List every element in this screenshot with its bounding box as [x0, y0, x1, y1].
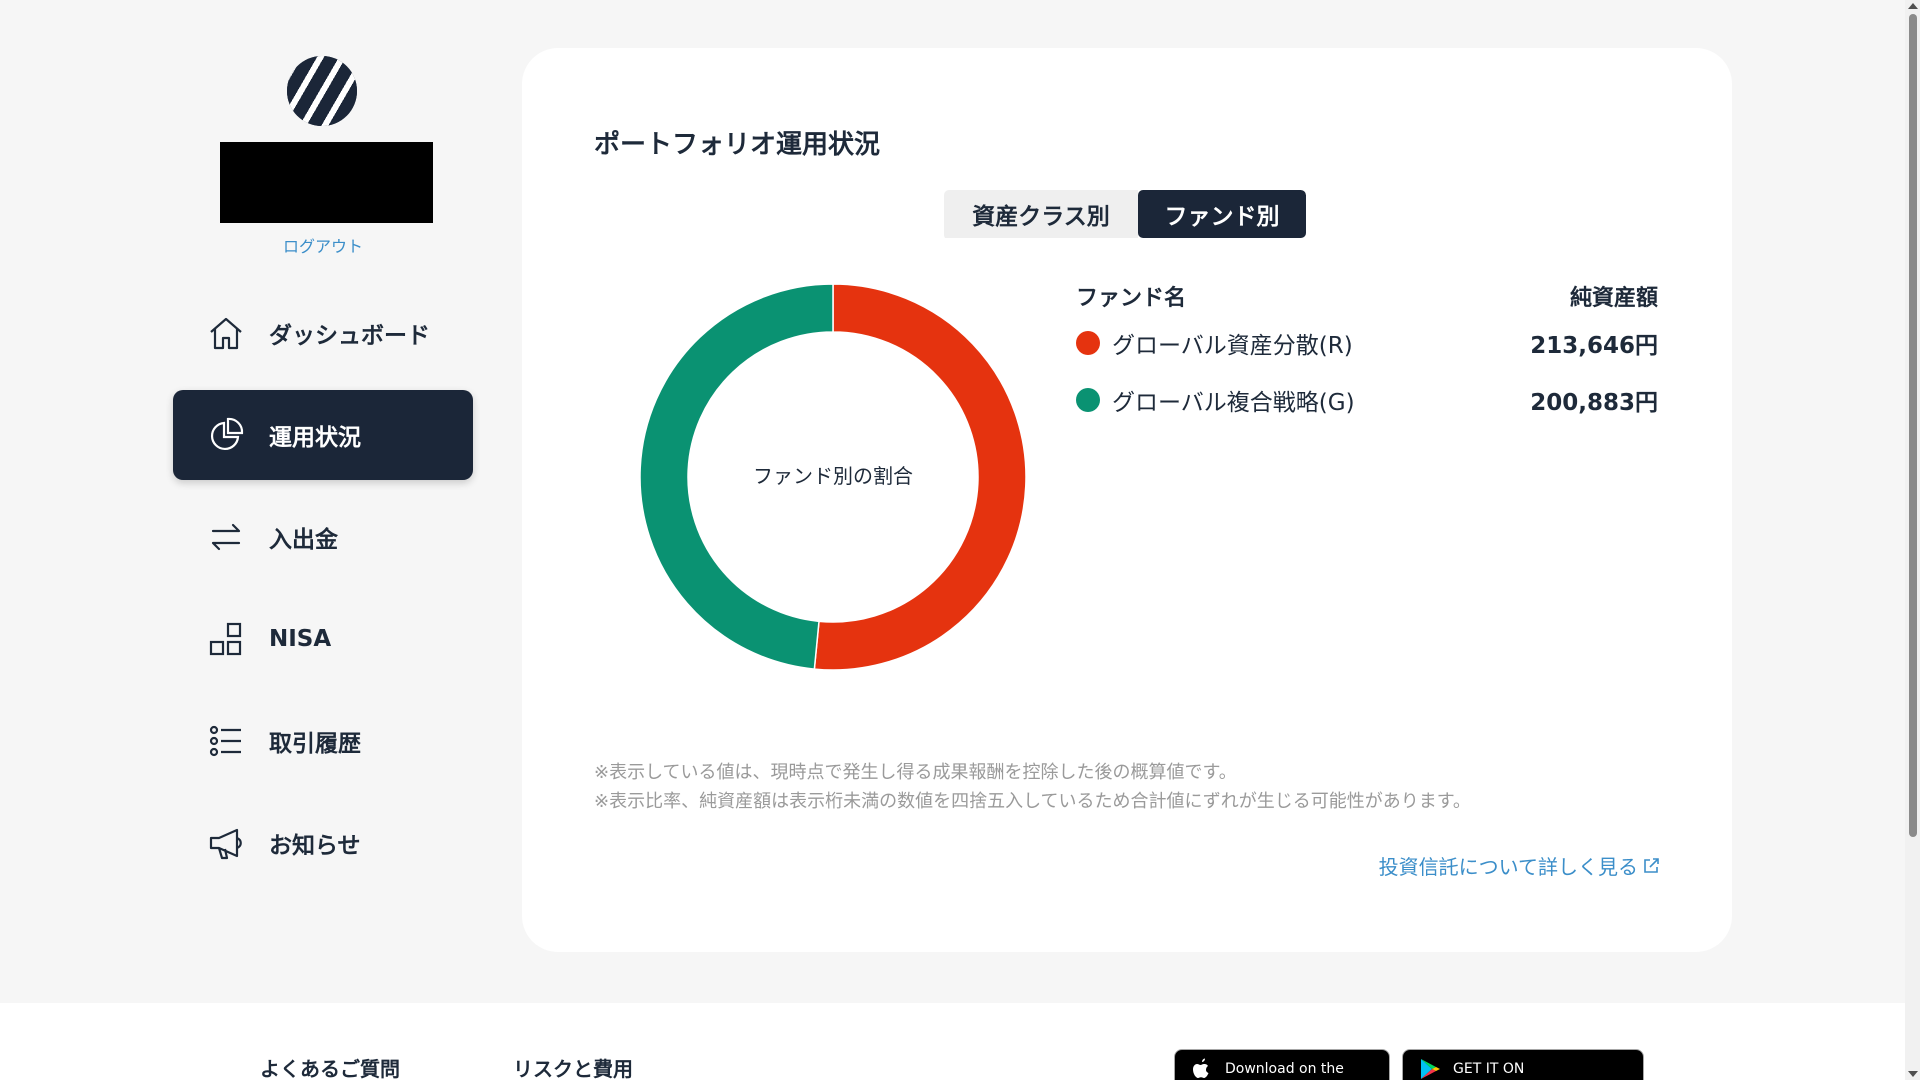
- donut-center-label: ファンド別の割合: [753, 464, 913, 488]
- fund-value: 213,646円: [1530, 332, 1658, 359]
- fund-value: 200,883円: [1530, 389, 1658, 416]
- megaphone-icon: [207, 824, 245, 862]
- scroll-up-arrow-icon[interactable]: [1908, 3, 1918, 9]
- brand-logo[interactable]: [287, 56, 357, 126]
- disclaimer-line: ※表示している値は、現時点で発生し得る成果報酬を控除した後の概算値です。: [594, 762, 1237, 783]
- more-link-label: 投資信託について詳しく見る: [1378, 855, 1638, 879]
- app-store-badge[interactable]: Download on the: [1174, 1049, 1390, 1080]
- apple-icon: [1193, 1058, 1209, 1078]
- page-scrollbar[interactable]: [1905, 0, 1920, 1080]
- list-icon: [207, 722, 245, 760]
- faq-link[interactable]: よくあるご質問: [260, 1053, 400, 1080]
- sidebar-item-nisa[interactable]: NISA: [173, 594, 473, 684]
- sidebar-item-transaction-history[interactable]: 取引履歴: [173, 696, 473, 786]
- disclaimer-notes: ※表示している値は、現時点で発生し得る成果報酬を控除した後の概算値です。 ※表示…: [594, 758, 1471, 816]
- legend-row: グローバル複合戦略(G) 200,883円: [1076, 371, 1658, 428]
- app-store-label: Download on the: [1225, 1061, 1344, 1077]
- investment-trust-info-link[interactable]: 投資信託について詳しく見る: [1379, 851, 1660, 880]
- google-play-icon: [1421, 1059, 1440, 1079]
- sidebar-item-dashboard[interactable]: ダッシュボード: [173, 288, 473, 378]
- scroll-down-arrow-icon[interactable]: [1908, 1071, 1918, 1077]
- home-icon: [207, 314, 245, 352]
- legend-dot-green: [1076, 387, 1100, 412]
- external-link-icon: [1644, 857, 1659, 873]
- sidebar-item-label: お知らせ: [269, 833, 361, 859]
- sidebar-item-label: 運用状況: [269, 425, 361, 451]
- sidebar-item-label: NISA: [269, 626, 332, 652]
- sidebar-item-label: 入出金: [269, 527, 338, 553]
- legend-header: ファンド名 純資産額: [1076, 280, 1658, 314]
- scroll-thumb[interactable]: [1909, 14, 1917, 837]
- sidebar-item-notifications[interactable]: お知らせ: [173, 798, 473, 888]
- tab-fund[interactable]: ファンド別: [1138, 190, 1306, 238]
- fund-name: グローバル資産分散(R): [1112, 332, 1353, 359]
- logout-link[interactable]: ログアウト: [222, 233, 424, 257]
- view-toggle: 資産クラス別 ファンド別: [944, 190, 1306, 240]
- fund-legend: ファンド名 純資産額 グローバル資産分散(R) 213,646円 グローバル複合…: [1076, 280, 1658, 428]
- page-title: ポートフォリオ運用状況: [594, 130, 881, 160]
- pie-chart-icon: [207, 416, 245, 454]
- transfer-arrows-icon: [207, 518, 245, 556]
- tab-asset-class[interactable]: 資産クラス別: [944, 190, 1138, 238]
- sidebar-item-performance[interactable]: 運用状況: [173, 390, 473, 480]
- disclaimer-line: ※表示比率、純資産額は表示桁未満の数値を四捨五入しているため合計値にずれが生じる…: [594, 791, 1471, 812]
- legend-header-name: ファンド名: [1076, 286, 1187, 311]
- user-name-redacted: [220, 142, 433, 223]
- sidebar-item-deposit-withdraw[interactable]: 入出金: [173, 492, 473, 582]
- legend-header-value: 純資産額: [1569, 286, 1658, 311]
- risk-and-fees-link[interactable]: リスクと費用: [513, 1053, 633, 1080]
- legend-dot-red: [1076, 330, 1100, 355]
- sidebar-item-label: 取引履歴: [269, 731, 361, 757]
- portfolio-card: ポートフォリオ運用状況 資産クラス別 ファンド別 ファンド別の割合 ファンド名 …: [522, 48, 1732, 952]
- legend-row: グローバル資産分散(R) 213,646円: [1076, 314, 1658, 371]
- google-play-label: GET IT ON: [1453, 1061, 1525, 1077]
- fund-name: グローバル複合戦略(G): [1112, 389, 1355, 416]
- footer: よくあるご質問 リスクと費用 Download on the GET IT ON: [0, 1003, 1905, 1080]
- blocks-icon: [207, 620, 245, 658]
- google-play-badge[interactable]: GET IT ON: [1402, 1049, 1644, 1080]
- sidebar-item-label: ダッシュボード: [269, 323, 430, 349]
